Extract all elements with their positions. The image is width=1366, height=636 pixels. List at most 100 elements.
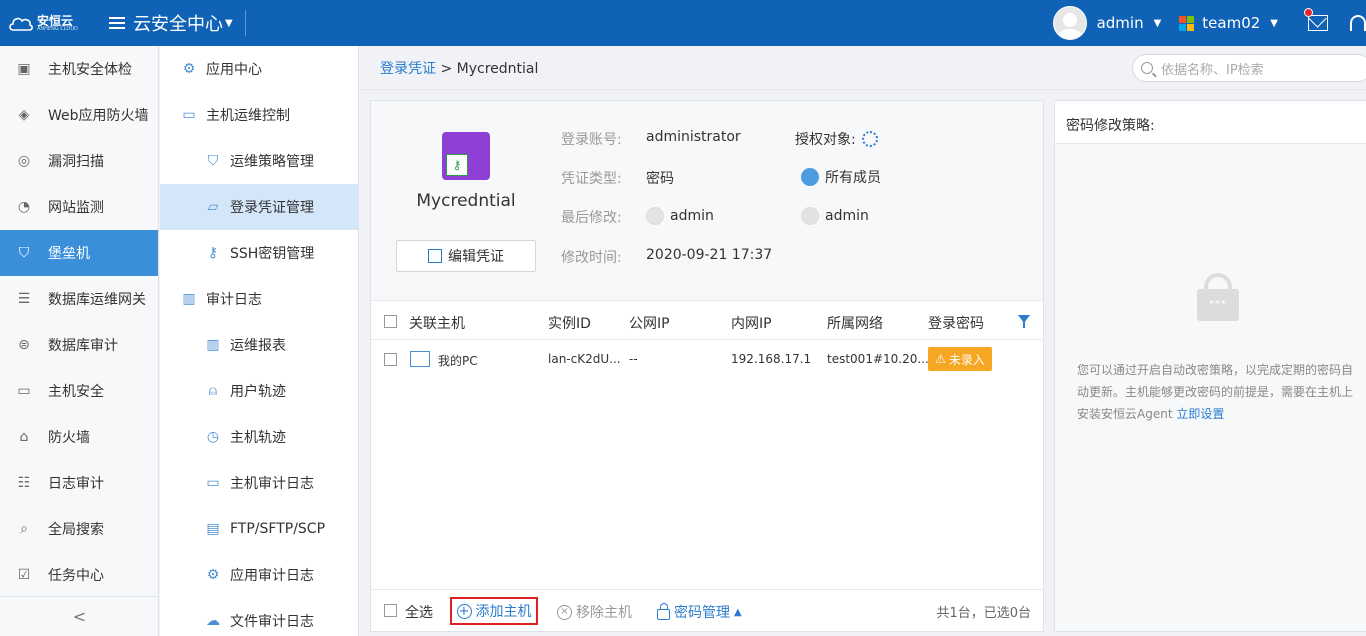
sidebar-item-9[interactable]: ☷ 日志审计 — [0, 460, 158, 506]
add-host-button[interactable]: + 添加主机 — [450, 597, 538, 625]
log-audit-icon: ☷ — [17, 475, 31, 491]
edit-credential-button[interactable]: 编辑凭证 — [396, 240, 536, 272]
user-menu[interactable]: admin — [1097, 14, 1144, 32]
sidebar-item-label: 数据库审计 — [48, 338, 118, 354]
submenu-item-7[interactable]: ⍝ 用户轨迹 — [160, 368, 358, 414]
sidebar-item-label: 数据库运维网关 — [48, 292, 146, 308]
password-status-label: 未录入 — [948, 352, 985, 367]
time-label: 修改时间: — [561, 250, 622, 266]
sidebar-item-7[interactable]: ▭ 主机安全 — [0, 368, 158, 414]
divider — [244, 10, 246, 36]
search-box[interactable]: 依据名称、IP检索 — [1132, 54, 1366, 82]
sidebar-item-2[interactable]: ◎ 漏洞扫描 — [0, 138, 158, 184]
product-menu-button[interactable]: 云安全中心 ▼ — [109, 10, 233, 36]
remove-host-button[interactable]: × 移除主机 — [557, 602, 632, 622]
submenu-item-10[interactable]: ▤ FTP/SFTP/SCP — [160, 506, 358, 552]
sidebar-item-3[interactable]: ◔ 网站监测 — [0, 184, 158, 230]
modified-user: admin — [670, 208, 714, 224]
row-checkbox[interactable] — [384, 353, 397, 366]
filter-icon[interactable] — [1018, 315, 1030, 328]
sidebar-item-label: 主机安全体检 — [48, 62, 132, 78]
sidebar-item-11[interactable]: ☑ 任务中心 — [0, 552, 158, 598]
sidebar-item-6[interactable]: ⊜ 数据库审计 — [0, 322, 158, 368]
user-avatar[interactable] — [1052, 6, 1087, 40]
members-label: 所有成员 — [825, 170, 881, 186]
submenu-item-2[interactable]: ⛉ 运维策略管理 — [160, 138, 358, 184]
col-password: 登录密码 — [928, 316, 984, 332]
sidebar-item-8[interactable]: ⌂ 防火墙 — [0, 414, 158, 460]
file-audit-icon: ☁ — [206, 613, 220, 629]
remove-circle-icon: × — [557, 604, 572, 620]
submenu-item-5[interactable]: ▥ 审计日志 — [160, 276, 358, 322]
sidebar-item-10[interactable]: ⌕ 全局搜索 — [0, 506, 158, 552]
submenu-item-6[interactable]: ▥ 运维报表 — [160, 322, 358, 368]
table-header: 关联主机 实例ID 公网IP 内网IP 所属网络 登录密码 — [371, 302, 1043, 340]
submenu-item-label: FTP/SFTP/SCP — [230, 521, 326, 537]
add-host-label: 添加主机 — [475, 604, 532, 620]
headset-icon[interactable] — [1350, 15, 1366, 31]
modified-value: admin — [646, 207, 714, 225]
col-network: 所属网络 — [827, 316, 883, 332]
logo-text: 安恒云 — [37, 13, 74, 28]
submenu-item-4[interactable]: ⚷ SSH密钥管理 — [160, 230, 358, 276]
sidebar-item-label: 日志审计 — [48, 476, 104, 492]
settings-gear-icon[interactable] — [861, 131, 878, 147]
lock-icon: *** — [1197, 273, 1239, 321]
host-icon: ▭ — [17, 383, 31, 399]
auth-label: 授权对象: — [795, 132, 856, 148]
sidebar-item-0[interactable]: ▣ 主机安全体检 — [0, 46, 158, 92]
account-value: administrator — [646, 129, 741, 145]
search-placeholder[interactable]: 依据名称、IP检索 — [1161, 59, 1264, 78]
breadcrumb-parent-link[interactable]: 登录凭证 — [380, 61, 436, 77]
type-value: 密码 — [646, 171, 674, 187]
network: test001#10.20.... — [827, 352, 933, 366]
setup-now-link[interactable]: 立即设置 — [1176, 407, 1224, 421]
submenu-item-label: 应用审计日志 — [230, 568, 314, 584]
select-all-checkbox-header[interactable] — [384, 315, 397, 328]
hamburger-icon — [109, 17, 125, 29]
sidebar-collapse-button[interactable]: < — [0, 596, 159, 636]
sidebar-item-label: 防火墙 — [48, 430, 90, 446]
col-private-ip: 内网IP — [731, 316, 772, 332]
firewall-icon: ⌂ — [19, 429, 29, 445]
credential-icon: ▱ — [207, 199, 219, 215]
breadcrumb-current: Mycredntial — [456, 61, 539, 77]
select-all-label[interactable]: 全选 — [405, 602, 433, 622]
table-row: 我的PC lan-cK2dU... -- 192.168.17.1 test00… — [371, 341, 1043, 379]
submenu-item-12[interactable]: ☁ 文件审计日志 — [160, 598, 358, 636]
chevron-down-icon[interactable]: ▼ — [1270, 18, 1278, 29]
ftp-icon: ▤ — [206, 521, 220, 537]
team-menu[interactable]: team02 — [1202, 14, 1260, 32]
sidebar-item-4[interactable]: ⛉ 堡垒机 — [0, 230, 158, 276]
host-check-icon: ▣ — [17, 61, 31, 77]
password-status-badge[interactable]: ⚠ 未录入 — [928, 347, 992, 371]
submenu-item-0[interactable]: ⚙ 应用中心 — [160, 46, 358, 92]
add-circle-icon: + — [456, 603, 472, 619]
sidebar-item-5[interactable]: ☰ 数据库运维网关 — [0, 276, 158, 322]
scan-icon: ◎ — [17, 153, 31, 169]
selection-summary: 共1台，已选0台 — [936, 606, 1031, 621]
sidebar-item-label: Web应用防火墙 — [48, 108, 149, 124]
submenu-item-1[interactable]: ▭ 主机运维控制 — [160, 92, 358, 138]
waf-icon: ◈ — [18, 107, 30, 123]
credential-detail-panel: ⚷ Mycredntial 编辑凭证 登录账号: administrator 凭… — [370, 100, 1044, 632]
table-footer: 全选 + 添加主机 × 移除主机 密码管理 ▲ 共1台，已选0台 — [371, 589, 1043, 631]
submenu-item-9[interactable]: ▭ 主机审计日志 — [160, 460, 358, 506]
strategy-shield-icon: ⛉ — [207, 153, 219, 169]
team-icon — [1179, 15, 1195, 31]
database-icon: ☰ — [17, 291, 31, 307]
submenu-item-3[interactable]: ▱ 登录凭证管理 — [160, 184, 358, 230]
submenu-item-11[interactable]: ⚙ 应用审计日志 — [160, 552, 358, 598]
mail-icon[interactable] — [1304, 8, 1328, 31]
lock-icon — [657, 602, 670, 620]
notification-dot — [1304, 8, 1313, 17]
select-all-checkbox[interactable] — [384, 604, 397, 617]
submenu-item-label: 主机轨迹 — [230, 430, 286, 446]
chevron-down-icon[interactable]: ▼ — [1154, 18, 1162, 29]
password-manage-button[interactable]: 密码管理 ▲ — [657, 602, 742, 622]
sidebar-item-label: 任务中心 — [48, 568, 104, 584]
submenu-item-8[interactable]: ◷ 主机轨迹 — [160, 414, 358, 460]
host-audit-icon: ▭ — [206, 475, 220, 491]
sidebar-item-1[interactable]: ◈ Web应用防火墙 — [0, 92, 158, 138]
app-audit-icon: ⚙ — [206, 567, 220, 583]
